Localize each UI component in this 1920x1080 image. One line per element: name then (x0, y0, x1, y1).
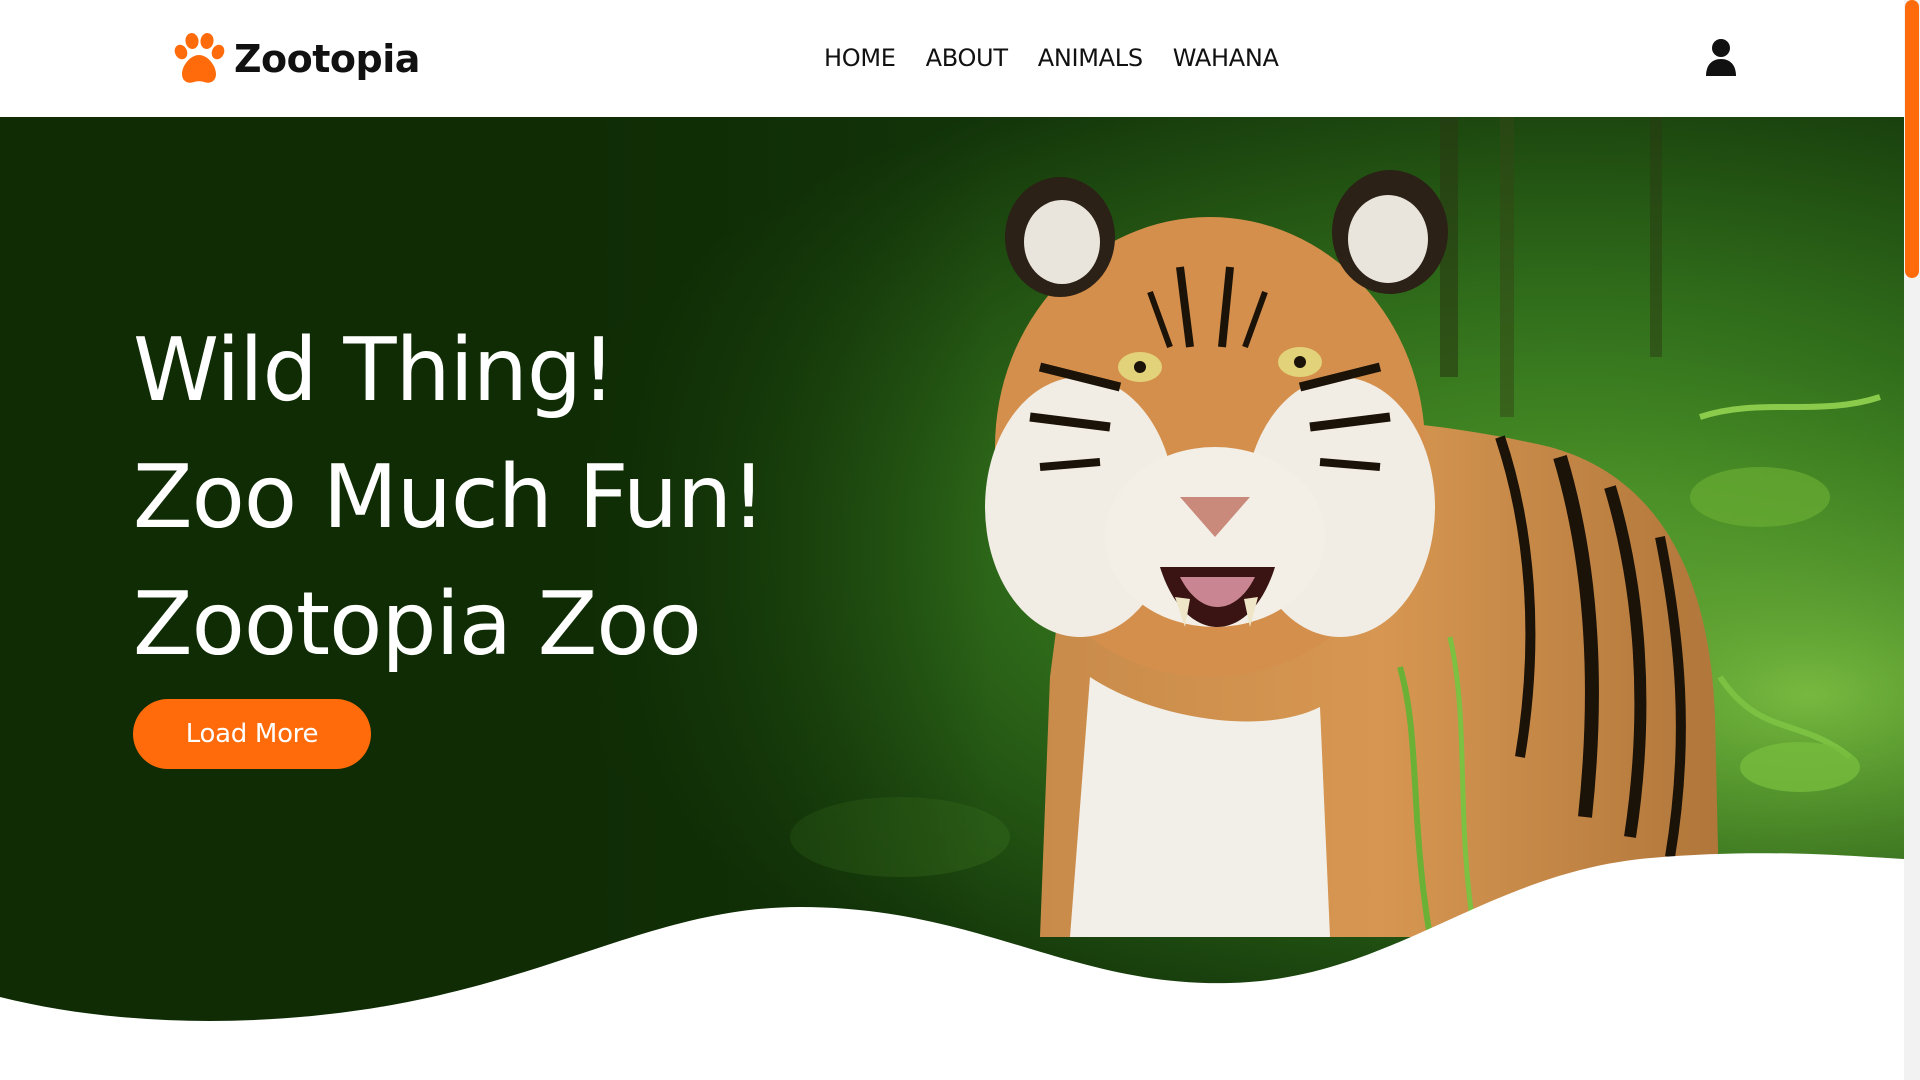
nav-item-animals[interactable]: ANIMALS (1038, 44, 1143, 72)
user-account-button[interactable] (1704, 38, 1738, 76)
nav-item-about[interactable]: ABOUT (926, 44, 1008, 72)
scrollbar-thumb[interactable] (1905, 0, 1919, 278)
load-more-button[interactable]: Load More (133, 699, 371, 769)
hero-line-3: Zootopia Zoo (133, 573, 702, 675)
hero-line-2: Zoo Much Fun! (133, 446, 766, 548)
main-nav: HOME ABOUT ANIMALS WAHANA (824, 44, 1279, 72)
hero-line-1: Wild Thing! (133, 319, 616, 421)
paw-icon (174, 33, 225, 83)
hero-headline: Wild Thing! Zoo Much Fun! Zootopia Zoo (133, 307, 766, 688)
nav-item-home[interactable]: HOME (824, 44, 896, 72)
hero-section: Wild Thing! Zoo Much Fun! Zootopia Zoo L… (0, 117, 1904, 1080)
page: Zootopia HOME ABOUT ANIMALS WAHANA Wild … (0, 0, 1920, 1080)
user-icon (1706, 39, 1736, 76)
nav-item-wahana[interactable]: WAHANA (1173, 44, 1279, 72)
logo-link[interactable]: Zootopia (170, 30, 420, 88)
site-header: Zootopia HOME ABOUT ANIMALS WAHANA (0, 0, 1904, 117)
brand-name: Zootopia (234, 37, 420, 81)
